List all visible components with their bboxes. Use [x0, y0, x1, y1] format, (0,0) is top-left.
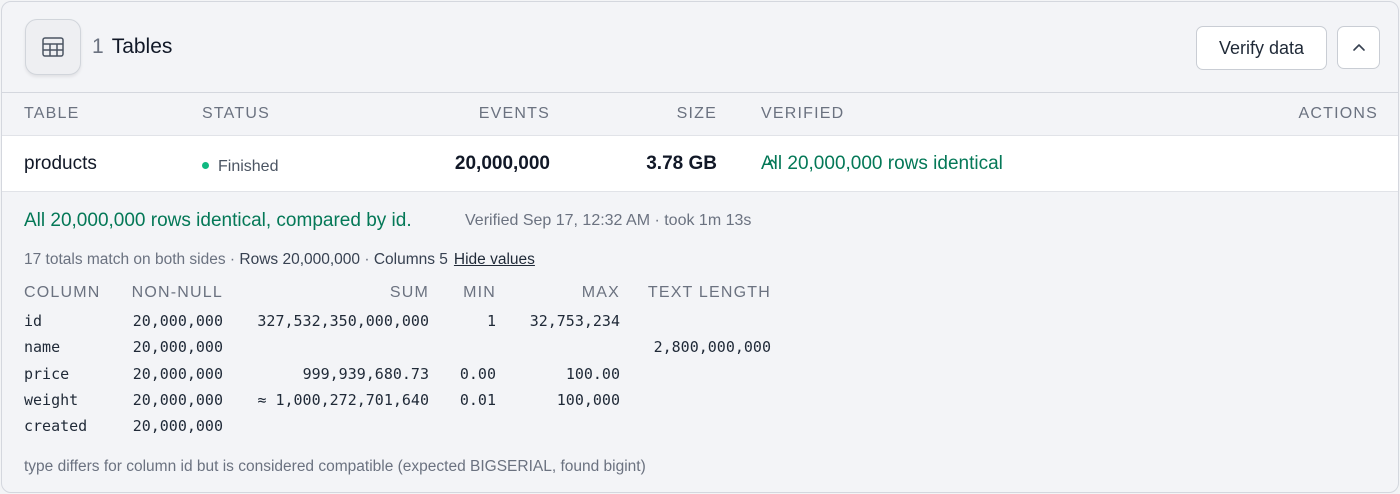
column-header-actions: Actions [1298, 105, 1378, 122]
stats-cell-sum: 999,939,680.73 [302, 364, 429, 383]
table-row[interactable]: products Finished 20,000,000 3.78 GB All… [2, 136, 1398, 192]
title-label: Tables [111, 35, 173, 58]
columns-count: Columns 5 [373, 251, 448, 268]
tables-card: 1 Tables Verify data Table Status Events … [1, 1, 1399, 493]
stats-cell-column: id [24, 312, 43, 330]
stats-header-text-length: TEXT LENGTH [647, 284, 771, 301]
verification-details: All 20,000,000 rows identical, compared … [2, 192, 1398, 492]
page-title: 1 Tables [92, 35, 172, 59]
stats-cell-column: price [24, 364, 70, 383]
verify-data-button[interactable]: Verify data [1196, 26, 1327, 70]
status-text: Finished [218, 158, 279, 175]
table-name[interactable]: products [24, 153, 97, 175]
rows-count: Rows 20,000,000 [239, 251, 361, 268]
stats-header-sum: SUM [389, 284, 429, 301]
collapse-button[interactable] [1337, 26, 1380, 69]
stats-cell-column: weight [24, 390, 79, 409]
stats-cell-sum: ≈ 1,000,272,701,640 [257, 390, 429, 409]
stats-cell-sum: 327,532,350,000,000 [257, 312, 429, 330]
totals-text: 17 totals match on both sides · [24, 251, 240, 268]
chevron-up-icon [767, 159, 777, 165]
stats-cell-column: name [24, 338, 61, 357]
stats-cell-max: 100,000 [556, 390, 620, 409]
stats-header-column: COLUMN [24, 284, 101, 301]
stats-cell-non-null: 20,000,000 [132, 364, 223, 383]
stats-cell-min: 0.00 [459, 364, 496, 383]
hide-values-link[interactable]: Hide values [454, 251, 535, 268]
stats-cell-min: 0.01 [459, 390, 496, 409]
column-header-status[interactable]: Status [202, 105, 270, 123]
stats-cell-non-null: 20,000,000 [132, 417, 223, 436]
stats-cell-min: 1 [486, 312, 496, 330]
table-size: 3.78 GB [646, 153, 717, 174]
separator: · [360, 251, 374, 268]
stats-cell-max: 32,753,234 [529, 312, 620, 330]
stats-cell-max: 100.00 [565, 364, 620, 383]
table-column-headers: Table Status Events Size Verified Action… [2, 93, 1398, 136]
stats-cell-non-null: 20,000,000 [132, 390, 223, 409]
stats-header-non-null: NON-NULL [131, 284, 223, 301]
column-header-events[interactable]: Events [479, 105, 550, 123]
stats-cell-non-null: 20,000,000 [132, 338, 223, 357]
stats-cell-text-length: 2,800,000,000 [653, 338, 771, 357]
status-dot [202, 162, 209, 170]
column-header-verified[interactable]: Verified [761, 105, 844, 123]
verified-text: All 20,000,000 rows identical [761, 153, 1003, 174]
stats-header-min: MIN [463, 284, 496, 301]
stats-cell-non-null: 20,000,000 [132, 312, 223, 330]
verification-summary: All 20,000,000 rows identical, compared … [24, 210, 412, 231]
events-count: 20,000,000 [454, 153, 550, 174]
table-icon [25, 19, 81, 75]
type-compatibility-note: type differs for column id but is consid… [24, 458, 646, 475]
stats-cell-column: created [24, 417, 88, 436]
card-header: 1 Tables Verify data [2, 2, 1398, 93]
totals-line: 17 totals match on both sides · Rows 20,… [24, 251, 535, 269]
column-header-table[interactable]: Table [24, 105, 80, 123]
verification-meta: Verified Sep 17, 12:32 AM · took 1m 13s [465, 212, 752, 229]
stats-header-max: MAX [581, 284, 620, 301]
status-badge: Finished [202, 158, 278, 176]
verified-toggle[interactable]: All 20,000,000 rows identical [761, 153, 1003, 175]
table-count: 1 [92, 35, 104, 58]
chevron-up-icon [1352, 44, 1365, 51]
column-header-size[interactable]: Size [677, 105, 717, 123]
